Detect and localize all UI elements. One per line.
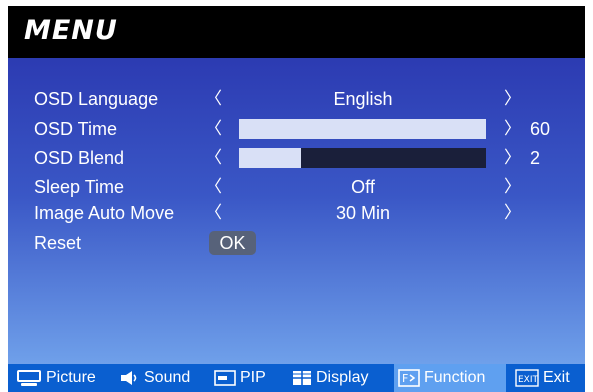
tab-picture-label: Picture [46, 369, 96, 386]
osd-blend-slider-fill [239, 148, 301, 168]
osd-blend-value: 2 [530, 148, 541, 168]
function-icon: F [398, 369, 420, 387]
tab-picture[interactable]: Picture [16, 364, 116, 392]
tab-sound-label: Sound [144, 369, 191, 386]
osd-time-label: OSD Time [34, 119, 118, 139]
osd-time-slider-fill [239, 119, 486, 139]
row-image-auto-move[interactable]: Image Auto Move 〈 30 Min 〉 [8, 200, 585, 226]
right-arrow-icon[interactable]: 〉 [504, 145, 521, 171]
menu-title: MENU [24, 15, 118, 46]
tab-sound[interactable]: Sound [120, 364, 204, 392]
tab-exit[interactable]: EXIT Exit [515, 364, 583, 392]
pip-icon [214, 370, 236, 386]
tab-function-label: Function [424, 369, 486, 386]
osd-blend-label: OSD Blend [34, 148, 125, 168]
right-arrow-icon[interactable]: 〉 [504, 86, 521, 112]
left-arrow-icon[interactable]: 〈 [205, 145, 222, 171]
tab-exit-label: Exit [543, 369, 570, 386]
reset-label: Reset [34, 233, 82, 253]
tab-function[interactable]: F Function [394, 364, 506, 392]
right-arrow-icon[interactable]: 〉 [504, 174, 521, 200]
monitor-icon [17, 370, 41, 386]
sleep-time-label: Sleep Time [34, 177, 125, 197]
tab-pip[interactable]: PIP [214, 364, 282, 392]
settings-panel: OSD Language 〈 English 〉 OSD Time 〈 〉 60… [8, 58, 585, 364]
osd-time-slider[interactable] [239, 119, 486, 139]
sleep-time-value: Off [351, 177, 375, 197]
row-reset: Reset OK [8, 230, 585, 256]
left-arrow-icon[interactable]: 〈 [205, 174, 222, 200]
title-bar: MENU [8, 6, 585, 58]
osd-blend-slider[interactable] [239, 148, 486, 168]
left-arrow-icon[interactable]: 〈 [205, 86, 222, 112]
exit-icon: EXIT [515, 369, 539, 387]
row-osd-time[interactable]: OSD Time 〈 〉 60 [8, 116, 585, 142]
osd-time-value: 60 [530, 119, 551, 139]
svg-text:F: F [402, 372, 408, 385]
bottom-tab-bar: Picture Sound PIP Display F Function EXI… [8, 364, 585, 392]
tab-display[interactable]: Display [292, 364, 388, 392]
svg-text:EXIT: EXIT [518, 375, 539, 385]
row-sleep-time[interactable]: Sleep Time 〈 Off 〉 [8, 174, 585, 200]
osd-language-label: OSD Language [34, 89, 159, 109]
speaker-icon [121, 371, 137, 385]
reset-ok-button[interactable]: OK [209, 231, 256, 255]
tab-display-label: Display [316, 369, 369, 386]
row-osd-language[interactable]: OSD Language 〈 English 〉 [8, 86, 585, 112]
tab-pip-label: PIP [240, 369, 266, 386]
display-grid-icon [293, 371, 311, 385]
left-arrow-icon[interactable]: 〈 [205, 200, 222, 226]
right-arrow-icon[interactable]: 〉 [504, 200, 521, 226]
osd-language-value: English [333, 89, 393, 109]
right-arrow-icon[interactable]: 〉 [504, 116, 521, 142]
image-auto-move-label: Image Auto Move [34, 203, 175, 223]
image-auto-move-value: 30 Min [335, 203, 391, 223]
osd-menu: MENU OSD Language 〈 English 〉 OSD Time 〈… [8, 6, 585, 392]
left-arrow-icon[interactable]: 〈 [205, 116, 222, 142]
row-osd-blend[interactable]: OSD Blend 〈 〉 2 [8, 145, 585, 171]
